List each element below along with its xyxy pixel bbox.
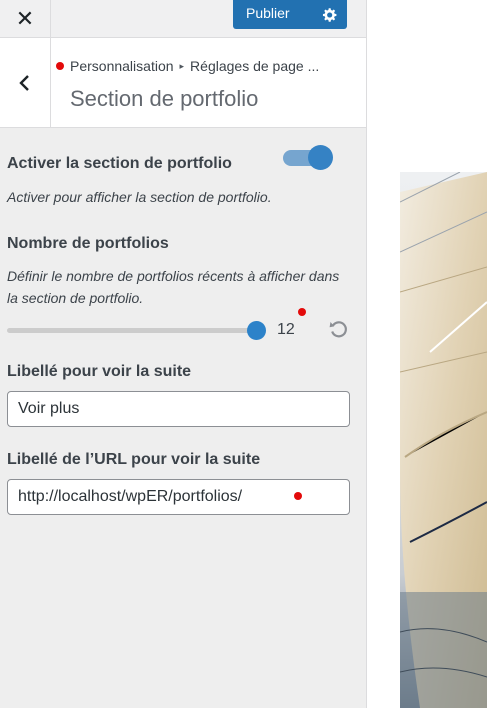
breadcrumb: Personnalisation ▸ Réglages de page ...: [70, 58, 319, 74]
gear-icon: [322, 7, 337, 22]
more-label-input[interactable]: [7, 391, 350, 427]
more-label-title: Libellé pour voir la suite: [7, 363, 192, 380]
toggle-knob: [308, 145, 333, 170]
publish-button[interactable]: Publier: [233, 0, 313, 29]
section-header: Personnalisation ▸ Réglages de page ... Se…: [0, 38, 366, 128]
breadcrumb-parent: Personnalisation: [70, 58, 174, 74]
sail-illustration: [400, 172, 487, 708]
publish-settings-button[interactable]: [313, 0, 347, 29]
close-icon: ✕: [15, 5, 35, 31]
slider-thumb[interactable]: [247, 321, 266, 340]
portfolio-count-label: Nombre de portfolios: [7, 235, 169, 252]
unsaved-indicator: [56, 62, 64, 70]
chevron-left-icon: [19, 74, 29, 91]
breadcrumb-separator-icon: ▸: [179, 61, 185, 71]
enable-portfolio-description: Activer pour afficher la section de port…: [7, 189, 272, 205]
customizer-topbar: ✕ Publier: [0, 0, 366, 38]
unsaved-indicator: [298, 308, 306, 316]
portfolio-count-slider[interactable]: [7, 321, 266, 341]
sailboat-photo: [400, 172, 487, 708]
breadcrumb-current: Réglages de page ...: [190, 58, 320, 74]
unsaved-indicator: [294, 492, 302, 500]
back-button[interactable]: [0, 38, 51, 127]
more-url-title: Libellé de l’URL pour voir la suite: [7, 451, 261, 468]
slider-rail: [7, 328, 257, 333]
close-button[interactable]: ✕: [0, 0, 51, 37]
enable-portfolio-label: Activer la section de portfolio: [7, 155, 232, 172]
reset-icon[interactable]: [327, 318, 349, 340]
customizer-panel: ✕ Publier Personnalisation ▸ Réglages de p…: [0, 0, 367, 708]
publish-group: Publier: [233, 0, 347, 29]
enable-portfolio-toggle[interactable]: [283, 145, 334, 170]
page-title: Section de portfolio: [70, 86, 259, 111]
portfolio-count-value: 12: [277, 321, 295, 338]
portfolio-count-description: Définir le nombre de portfolios récents …: [7, 268, 340, 306]
